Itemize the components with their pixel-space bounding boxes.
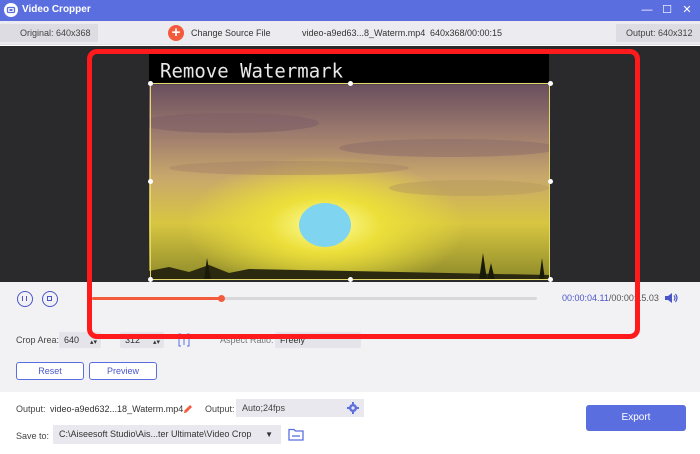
crop-handle-left[interactable]: [148, 179, 153, 184]
source-file-name: video-a9ed63...8_Waterm.mp4: [302, 28, 426, 38]
source-file-info: 640x368/00:00:15: [430, 28, 503, 38]
output-file-label: Output:: [16, 404, 46, 414]
minimize-button[interactable]: —: [640, 3, 654, 17]
dropdown-arrow-icon[interactable]: ▼: [265, 425, 273, 444]
output-section: Output: video-a9ed632...18_Waterm.mp4 Ou…: [0, 392, 700, 454]
edit-icon[interactable]: [183, 404, 193, 414]
video-preview: Remove Watermark: [0, 46, 700, 339]
stop-button[interactable]: [42, 291, 58, 307]
maximize-button[interactable]: ☐: [660, 3, 674, 17]
output-file-name: video-a9ed632...18_Waterm.mp4: [50, 404, 184, 414]
export-button[interactable]: Export: [586, 405, 686, 431]
timeline-knob[interactable]: [218, 295, 226, 302]
pause-button[interactable]: [17, 291, 33, 307]
current-time: 00:00:04.11: [562, 293, 609, 303]
timeline-progress: [92, 297, 222, 300]
timeline-slider[interactable]: [92, 295, 537, 302]
total-time: /00:00:15.03: [608, 293, 659, 303]
crop-height-value: 312: [125, 335, 141, 345]
preview-button[interactable]: Preview: [89, 362, 157, 380]
link-ratio-icon[interactable]: [178, 333, 190, 347]
window-title: Video Cropper: [22, 4, 91, 15]
info-bar: Original: 640x368 + Change Source File v…: [0, 21, 700, 45]
crop-height-input[interactable]: 312 ▴▾: [120, 332, 164, 348]
output-resolution: Output: 640x312: [616, 24, 700, 42]
save-path-select[interactable]: C:\Aiseesoft Studio\Ais...ter Ultimate\V…: [53, 425, 281, 444]
watermark-text: Remove Watermark: [160, 59, 344, 83]
crop-width-value: 640: [64, 335, 80, 345]
output-format-field[interactable]: Auto;24fps: [236, 399, 364, 417]
width-spin-icon[interactable]: ▴▾: [90, 335, 97, 351]
change-source-button[interactable]: Change Source File: [191, 28, 271, 38]
title-bar: Video Cropper — ☐ ✕: [0, 0, 700, 21]
crop-area-label: Crop Area:: [16, 335, 60, 345]
playback-bar: 00:00:04.11/00:00:15.03: [0, 282, 700, 320]
stop-icon: [47, 296, 52, 301]
crop-width-input[interactable]: 640 ▴▾: [59, 332, 101, 348]
folder-icon[interactable]: [288, 428, 304, 441]
crop-handle-top[interactable]: [348, 81, 353, 86]
height-spin-icon[interactable]: ▴▾: [153, 335, 160, 351]
output-format-label: Output:: [205, 404, 235, 414]
aspect-ratio-select[interactable]: Freely: [275, 332, 361, 348]
crop-handle-right[interactable]: [548, 179, 553, 184]
gear-icon[interactable]: [347, 402, 359, 414]
volume-icon[interactable]: [664, 292, 678, 304]
crop-selection-box[interactable]: [148, 81, 553, 282]
reset-button[interactable]: Reset: [16, 362, 84, 380]
output-format-value: Auto;24fps: [242, 403, 286, 413]
crop-settings: Crop Area: 640 ▴▾ 312 ▴▾ Aspect Ratio: F…: [0, 320, 700, 392]
aspect-ratio-value: Freely: [280, 335, 306, 345]
add-icon[interactable]: +: [168, 25, 184, 41]
save-path-value: C:\Aiseesoft Studio\Ais...ter Ultimate\V…: [59, 429, 252, 439]
close-button[interactable]: ✕: [680, 3, 694, 17]
save-to-label: Save to:: [16, 431, 50, 441]
pause-icon: [22, 296, 27, 301]
crop-handle-top-right[interactable]: [548, 81, 553, 86]
crop-handle-top-left[interactable]: [148, 81, 153, 86]
aspect-ratio-label: Aspect Ratio:: [220, 335, 274, 345]
app-logo-icon: [4, 3, 18, 17]
time-readout: 00:00:04.11/00:00:15.03: [562, 293, 659, 303]
original-resolution: Original: 640x368: [0, 24, 98, 42]
